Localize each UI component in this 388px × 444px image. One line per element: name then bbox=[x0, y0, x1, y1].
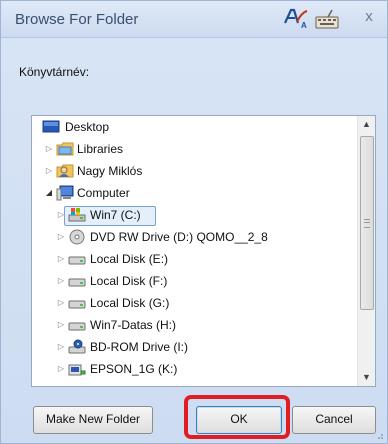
tree-item-label: Nagy Miklós bbox=[77, 164, 143, 178]
hard-disk-icon bbox=[68, 322, 86, 331]
folder-tree[interactable]: Desktop ▷ Libraries ▷ Nagy Miklós ◢ Comp… bbox=[31, 115, 376, 387]
libraries-folder-icon bbox=[56, 142, 74, 156]
tree-item-label: BD-ROM Drive (I:) bbox=[90, 340, 188, 354]
tree-item-label: Local Disk (G:) bbox=[90, 296, 170, 310]
hard-disk-icon bbox=[68, 256, 86, 265]
tree-item-win7-datas-h[interactable]: ▷ Win7-Datas (H:) bbox=[32, 314, 358, 336]
keyboard-icon[interactable] bbox=[315, 9, 339, 29]
folder-name-label: Könyvtárnév: bbox=[19, 65, 90, 79]
close-button[interactable]: x bbox=[358, 6, 380, 28]
tree-item-computer[interactable]: ◢ Computer bbox=[32, 182, 358, 204]
tree-item-label: Desktop bbox=[65, 120, 110, 134]
tree-item-label: EPSON_1G (K:) bbox=[90, 362, 178, 376]
tree-item-bd-rom-i[interactable]: ▷ BD-ROM Drive (I:) bbox=[32, 336, 358, 358]
tree-item-desktop[interactable]: Desktop bbox=[32, 116, 358, 138]
tree-item-label: Win7-Datas (H:) bbox=[90, 318, 177, 332]
vertical-scrollbar[interactable]: ▲ ▼ bbox=[357, 116, 375, 386]
memory-card-icon bbox=[68, 364, 86, 376]
make-new-folder-label: Make New Folder bbox=[45, 412, 141, 426]
resize-grip-icon[interactable] bbox=[374, 430, 384, 440]
expand-arrow-icon[interactable]: ▷ bbox=[44, 160, 54, 182]
scroll-thumb[interactable] bbox=[360, 136, 374, 310]
expand-arrow-icon[interactable]: ▷ bbox=[56, 336, 66, 358]
user-folder-icon bbox=[56, 164, 74, 178]
tree-item-label: Libraries bbox=[77, 142, 124, 156]
ok-highlight-annotation bbox=[184, 395, 290, 439]
tree-item-local-disk-f[interactable]: ▷ Local Disk (F:) bbox=[32, 270, 358, 292]
scroll-up-icon[interactable]: ▲ bbox=[358, 116, 375, 133]
tree-item-user[interactable]: ▷ Nagy Miklós bbox=[32, 160, 358, 182]
scroll-down-icon[interactable]: ▼ bbox=[358, 369, 375, 386]
expand-arrow-icon[interactable]: ▷ bbox=[44, 138, 54, 160]
cancel-label: Cancel bbox=[315, 412, 353, 426]
expand-arrow-icon[interactable]: ▷ bbox=[56, 270, 66, 292]
expand-arrow-icon[interactable]: ▷ bbox=[56, 292, 66, 314]
title-bar[interactable]: Browse For Folder A x bbox=[1, 1, 387, 38]
hard-disk-icon bbox=[68, 278, 86, 287]
tree-item-dvd-d[interactable]: ▷ DVD RW Drive (D:) QOMO__2_8 bbox=[32, 226, 358, 248]
hard-disk-icon bbox=[68, 300, 86, 309]
system-drive-icon bbox=[68, 208, 86, 222]
tree-item-local-disk-g[interactable]: ▷ Local Disk (G:) bbox=[32, 292, 358, 314]
desktop-icon bbox=[42, 120, 60, 133]
tree-item-label: Win7 (C:) bbox=[90, 208, 141, 222]
tree-item-label: Computer bbox=[77, 186, 130, 200]
expand-arrow-icon[interactable]: ▷ bbox=[56, 314, 66, 336]
tree-item-label: Local Disk (E:) bbox=[90, 252, 169, 266]
cancel-button[interactable]: Cancel bbox=[292, 406, 376, 434]
svg-text:A: A bbox=[301, 21, 307, 29]
tree-item-local-disk-e[interactable]: ▷ Local Disk (E:) bbox=[32, 248, 358, 270]
expand-arrow-icon[interactable]: ▷ bbox=[56, 226, 66, 248]
language-bar-icon[interactable]: A bbox=[283, 7, 309, 29]
tree-item-label: Local Disk (F:) bbox=[90, 274, 168, 288]
tree-item-win7-c[interactable]: ▷ Win7 (C:) bbox=[32, 204, 358, 226]
tree-item-epson-k[interactable]: ▷ EPSON_1G (K:) bbox=[32, 358, 358, 380]
collapse-arrow-icon[interactable]: ◢ bbox=[44, 182, 54, 204]
computer-icon bbox=[56, 185, 74, 201]
expand-arrow-icon[interactable]: ▷ bbox=[56, 248, 66, 270]
browse-folder-dialog: Browse For Folder A x Könyvtárnév: Deskt… bbox=[0, 0, 388, 444]
dvd-drive-icon bbox=[69, 229, 85, 245]
dialog-title: Browse For Folder bbox=[15, 11, 139, 28]
tree-item-label: DVD RW Drive (D:) QOMO__2_8 bbox=[90, 230, 268, 244]
make-new-folder-button[interactable]: Make New Folder bbox=[33, 406, 153, 434]
expand-arrow-icon[interactable]: ▷ bbox=[56, 358, 66, 380]
tree-item-libraries[interactable]: ▷ Libraries bbox=[32, 138, 358, 160]
bd-drive-icon bbox=[68, 339, 86, 354]
